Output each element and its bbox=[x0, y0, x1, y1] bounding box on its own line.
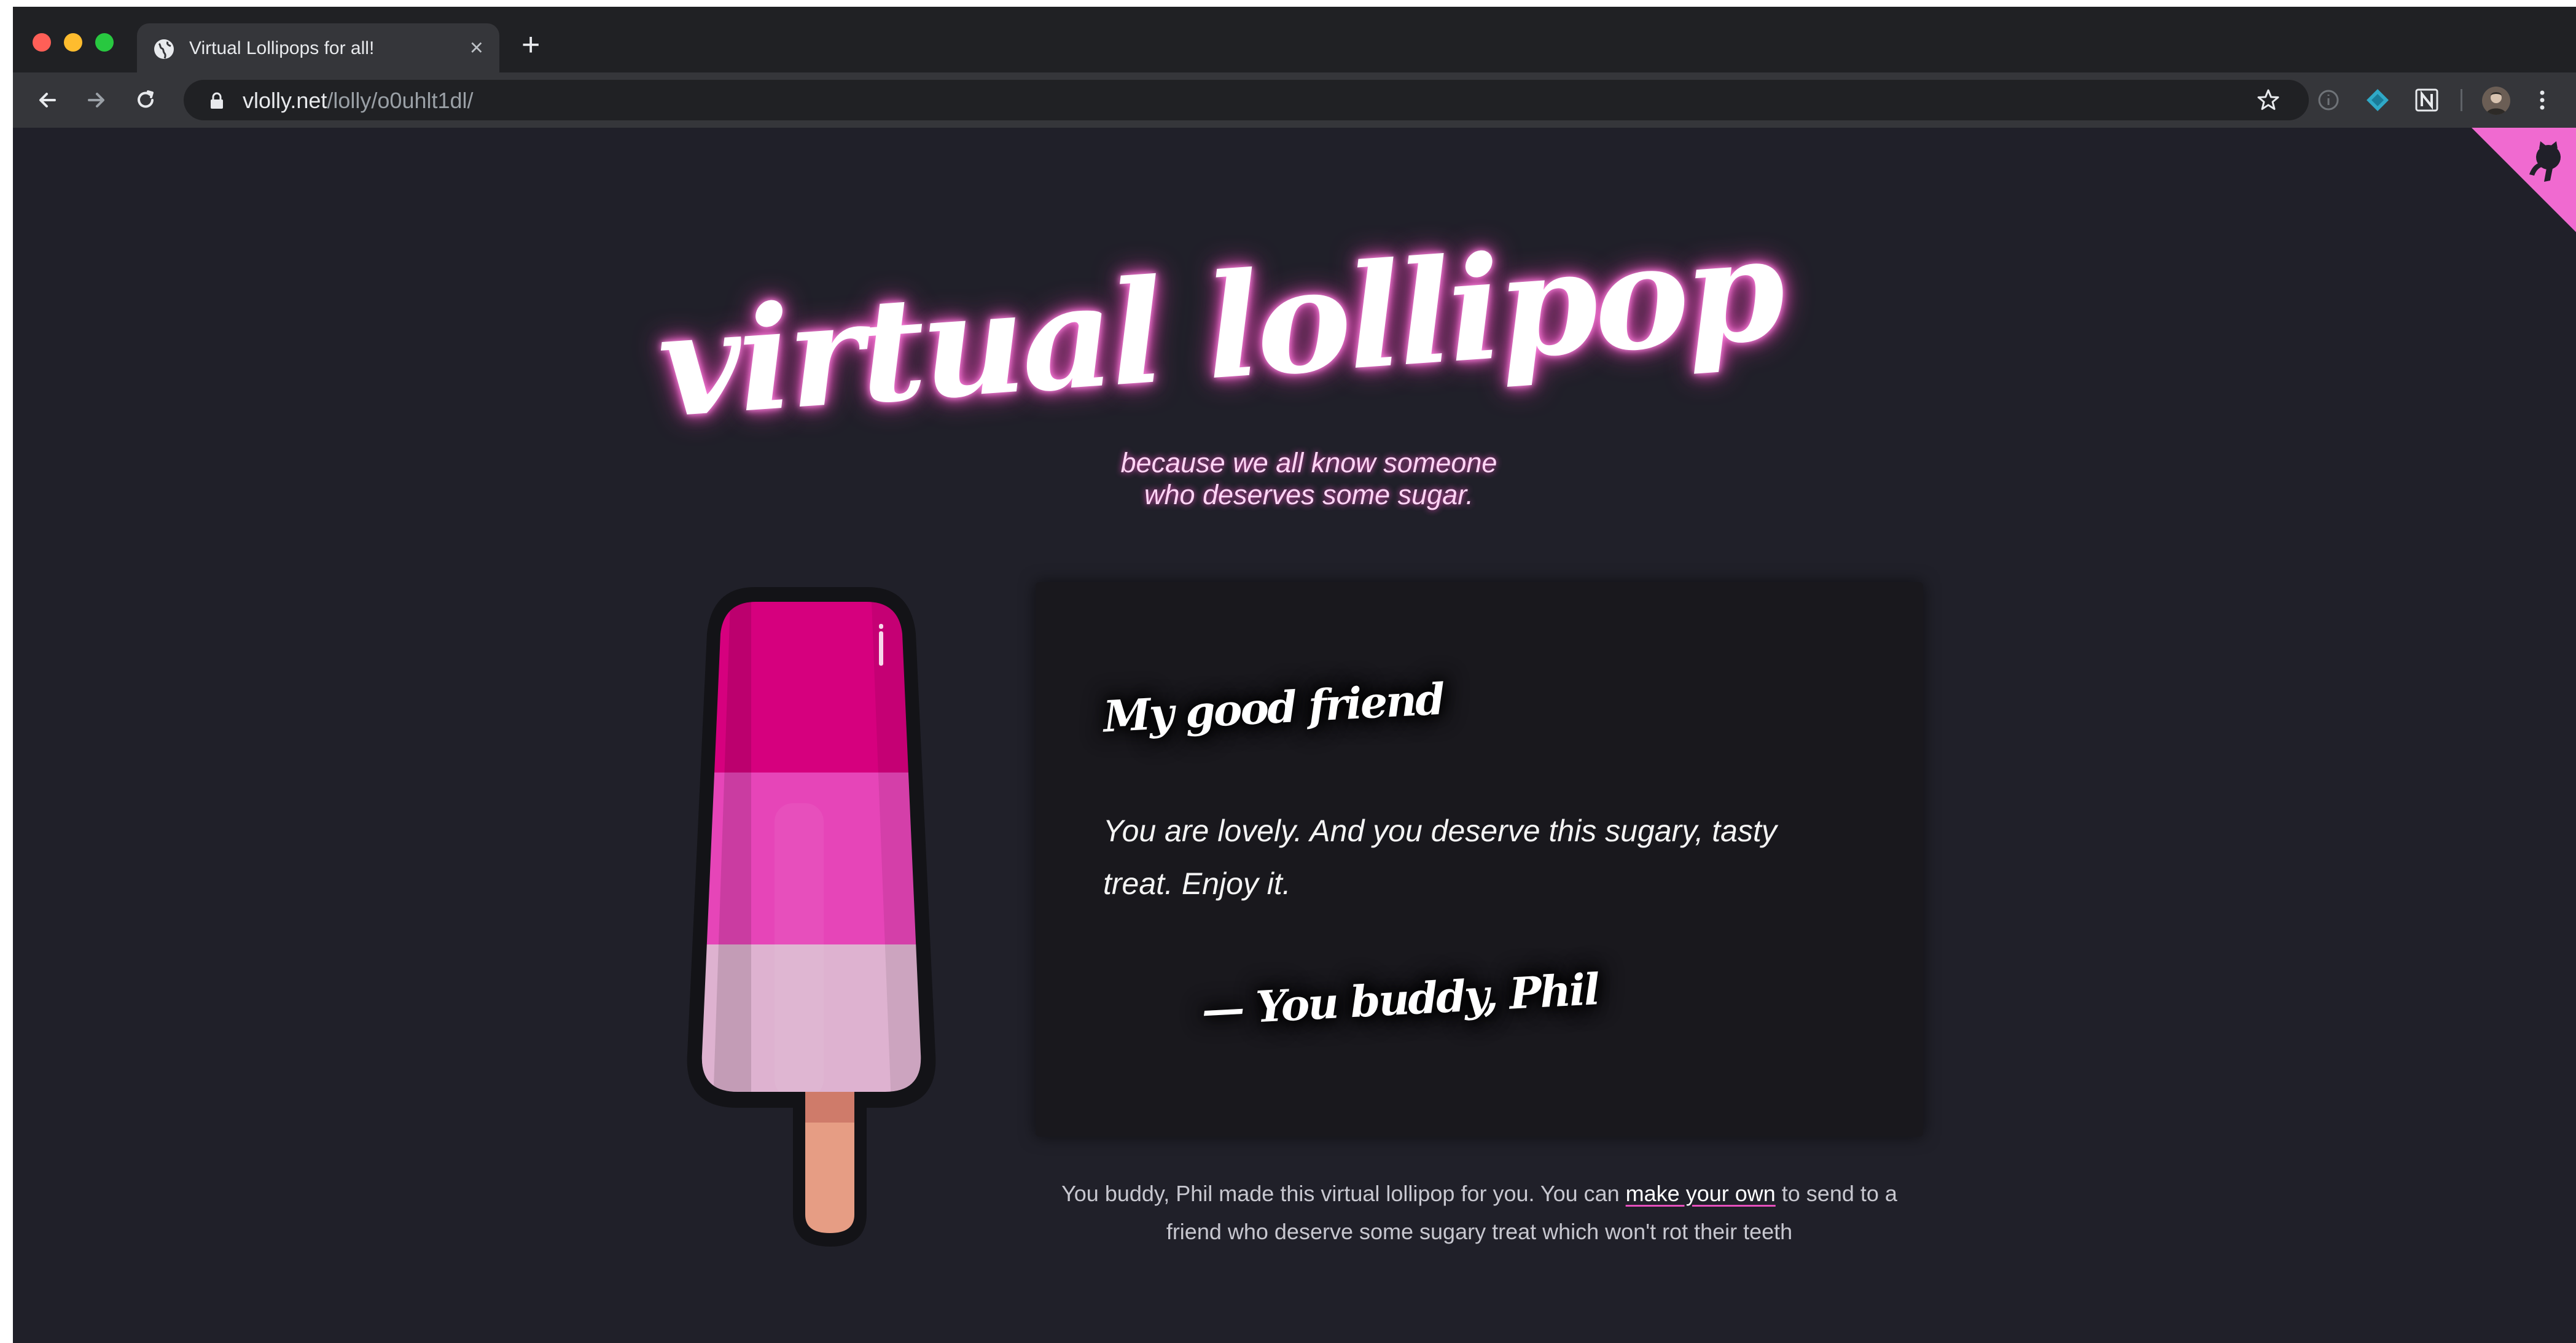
browser-toolbar: vlolly.net/lolly/o0uhlt1dl/ bbox=[13, 72, 2576, 128]
reload-icon[interactable] bbox=[132, 87, 159, 114]
browser-window: Virtual Lollipops for all! × + vlolly.ne… bbox=[13, 7, 2576, 1343]
address-bar[interactable]: vlolly.net/lolly/o0uhlt1dl/ bbox=[184, 80, 2309, 120]
notion-extension-icon[interactable] bbox=[2413, 87, 2440, 114]
popsicle-image bbox=[687, 587, 936, 1247]
close-window-button[interactable] bbox=[33, 33, 51, 52]
menu-dots-icon[interactable] bbox=[2536, 87, 2548, 114]
tab-title: Virtual Lollipops for all! bbox=[189, 38, 375, 58]
bookmark-star-icon[interactable] bbox=[2255, 87, 2282, 114]
info-extension-icon[interactable] bbox=[2315, 87, 2342, 114]
lollipop-illustration bbox=[682, 582, 977, 1252]
message-card: My good friend You are lovely. And you d… bbox=[1036, 582, 1923, 1137]
sender-signature: — You buddy, Phil bbox=[1200, 963, 1600, 1035]
subtitle-line: because we all know someone bbox=[1120, 447, 1497, 478]
diamond-extension-icon[interactable] bbox=[2364, 87, 2391, 114]
url-path: /lolly/o0uhlt1dl/ bbox=[327, 88, 474, 113]
tab-close-icon[interactable]: × bbox=[470, 34, 483, 61]
forward-arrow-icon[interactable] bbox=[83, 87, 110, 114]
site-subtitle: because we all know someone who deserves… bbox=[1045, 447, 1573, 511]
person-icon bbox=[2486, 92, 2507, 115]
globe-icon bbox=[154, 39, 174, 59]
site-title: virtual lollipop bbox=[653, 204, 1787, 450]
maximize-window-button[interactable] bbox=[95, 33, 114, 52]
footer-note: You buddy, Phil made this virtual lollip… bbox=[1036, 1175, 1923, 1251]
github-corner-link[interactable] bbox=[2472, 128, 2576, 232]
lock-icon[interactable] bbox=[209, 92, 224, 109]
profile-avatar[interactable] bbox=[2482, 87, 2510, 115]
url-text[interactable]: vlolly.net/lolly/o0uhlt1dl/ bbox=[243, 89, 474, 112]
browser-tab[interactable]: Virtual Lollipops for all! × bbox=[137, 23, 499, 72]
make-your-own-link[interactable]: make your own bbox=[1626, 1181, 1776, 1206]
recipient-name: My good friend bbox=[1102, 673, 1445, 742]
message-text: You are lovely. And you deserve this sug… bbox=[1103, 814, 1777, 901]
tab-bar: Virtual Lollipops for all! × + bbox=[13, 7, 2576, 72]
subtitle-line: who deserves some sugar. bbox=[1144, 479, 1474, 510]
url-host: vlolly.net bbox=[243, 88, 327, 113]
footer-text: You buddy, Phil made this virtual lollip… bbox=[1061, 1181, 1626, 1206]
page-content: virtual lollipop because we all know som… bbox=[13, 128, 2576, 1343]
new-tab-button[interactable]: + bbox=[521, 29, 540, 61]
toolbar-divider bbox=[2461, 89, 2462, 111]
back-arrow-icon[interactable] bbox=[34, 87, 61, 114]
minimize-window-button[interactable] bbox=[64, 33, 82, 52]
